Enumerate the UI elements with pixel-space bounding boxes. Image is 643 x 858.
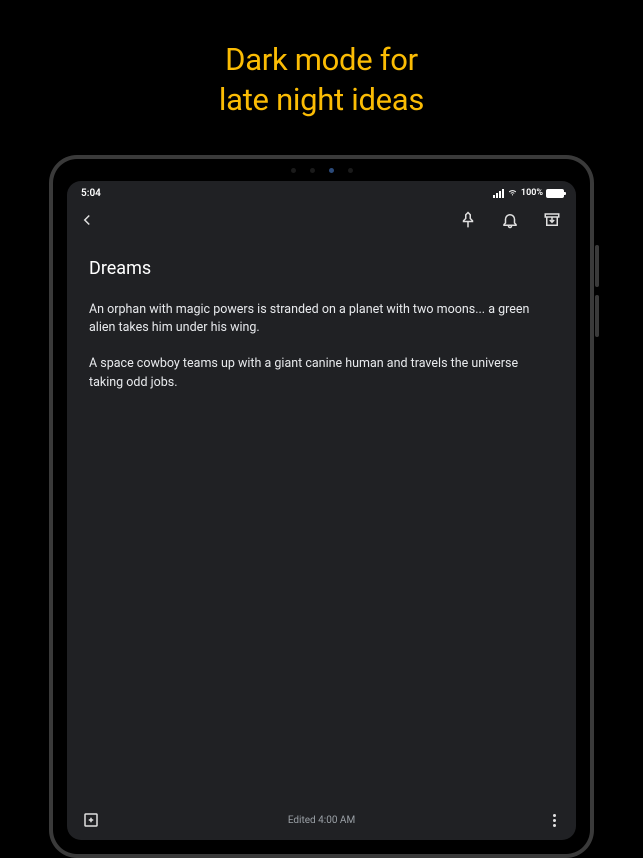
wifi-icon (507, 186, 518, 200)
note-editor[interactable]: Dreams An orphan with magic powers is st… (67, 240, 576, 802)
more-menu-button[interactable] (546, 812, 562, 828)
add-button[interactable] (81, 810, 101, 830)
status-bar: 5:04 100% (67, 181, 576, 202)
volume-up-button (595, 245, 599, 287)
bottom-toolbar: Edited 4:00 AM (67, 802, 576, 840)
battery-percent: 100% (521, 188, 543, 198)
note-title[interactable]: Dreams (89, 258, 554, 279)
add-box-icon (82, 811, 100, 829)
tablet-frame: 5:04 100% (49, 155, 594, 858)
back-button[interactable] (77, 210, 97, 230)
archive-icon (543, 211, 561, 229)
chevron-left-icon (78, 211, 96, 229)
cellular-signal-icon (493, 189, 504, 198)
archive-button[interactable] (542, 210, 562, 230)
pin-button[interactable] (458, 210, 478, 230)
clock: 5:04 (81, 188, 101, 199)
camera-sensors (291, 168, 353, 173)
more-vertical-icon (553, 814, 556, 817)
reminder-button[interactable] (500, 210, 520, 230)
note-body[interactable]: An orphan with magic powers is stranded … (89, 301, 554, 392)
toolbar (67, 202, 576, 240)
battery-icon (546, 189, 564, 198)
screen: 5:04 100% (67, 181, 576, 840)
pin-icon (459, 211, 477, 229)
volume-down-button (595, 295, 599, 337)
headline-line-2: late night ideas (0, 80, 643, 120)
edited-timestamp: Edited 4:00 AM (288, 815, 355, 826)
marketing-headline: Dark mode for late night ideas (0, 0, 643, 141)
bell-icon (501, 211, 519, 229)
headline-line-1: Dark mode for (0, 40, 643, 80)
tablet-bezel: 5:04 100% (53, 159, 590, 854)
status-right: 100% (493, 186, 564, 200)
